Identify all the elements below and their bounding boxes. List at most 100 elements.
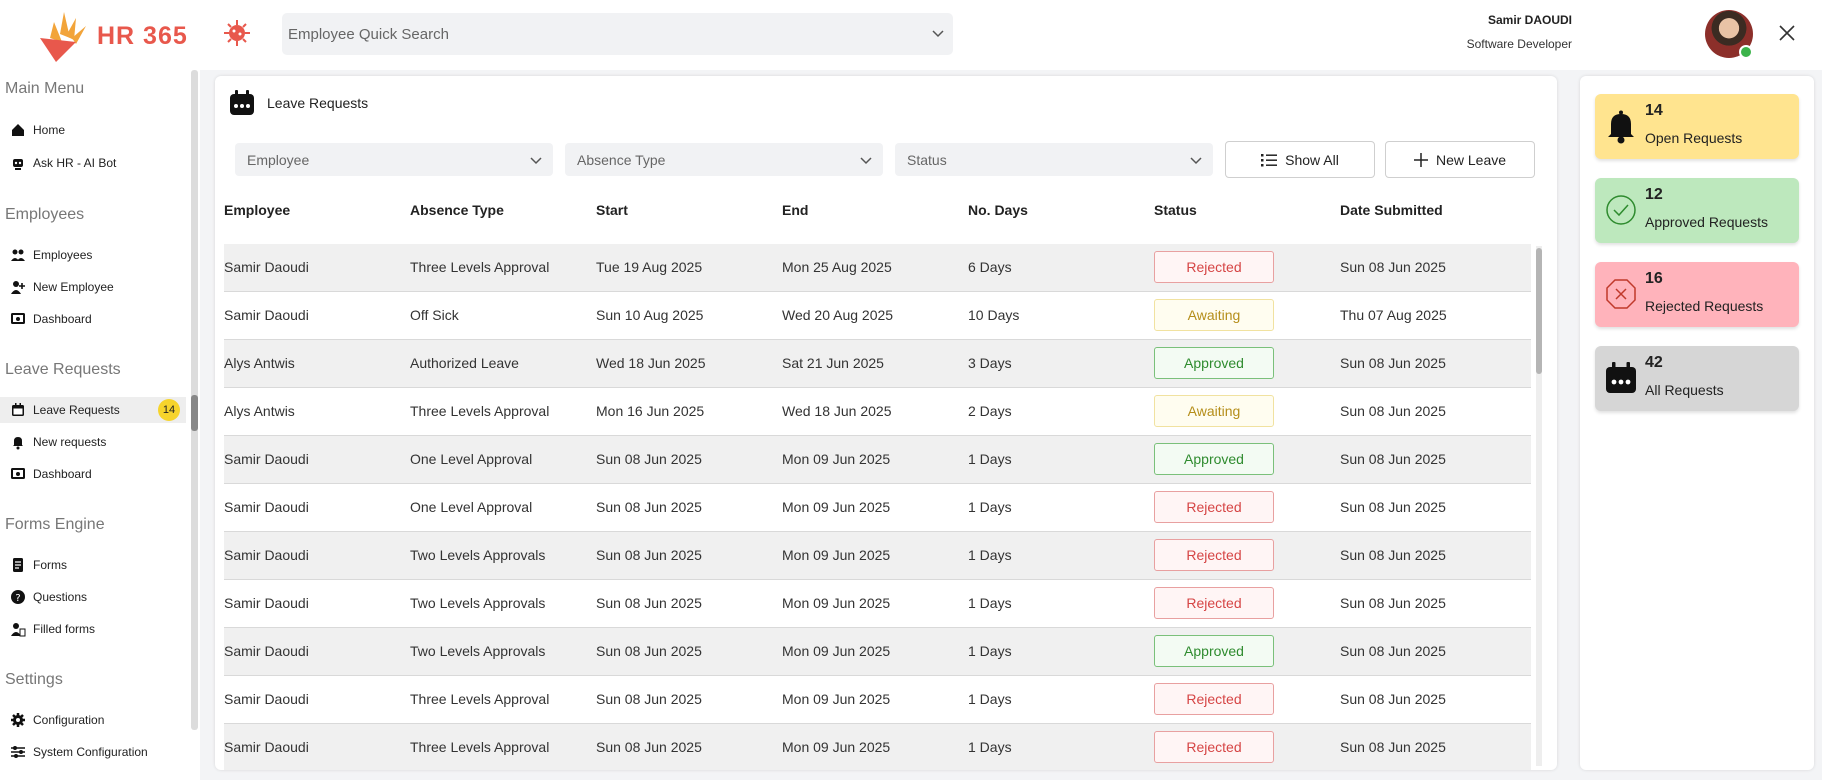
sidebar-item-label: Employees bbox=[33, 248, 93, 262]
table-cell: Mon 16 Jun 2025 bbox=[596, 403, 705, 419]
chevron-down-icon[interactable] bbox=[931, 26, 945, 40]
table-cell: Samir Daoudi bbox=[224, 451, 309, 467]
table-row[interactable]: Alys Antwis Three Levels Approval Mon 16 J… bbox=[224, 388, 1531, 436]
rejected-requests-card[interactable]: 16 Rejected Requests bbox=[1595, 262, 1799, 327]
sidebar-item-new-employee[interactable]: New Employee bbox=[0, 274, 186, 300]
status-filter[interactable]: Status bbox=[895, 143, 1213, 176]
dashboard-icon bbox=[11, 468, 25, 479]
table-row[interactable]: Samir Daoudi Off Sick Sun 10 Aug 2025 Wed 2… bbox=[224, 292, 1531, 340]
close-icon[interactable] bbox=[1776, 22, 1798, 44]
sidebar-item-questions[interactable]: ? Questions bbox=[0, 584, 186, 610]
sidebar-item-employees[interactable]: Employees bbox=[0, 242, 186, 268]
column-header[interactable]: Absence Type bbox=[410, 202, 504, 218]
table-row[interactable]: Samir Daoudi Two Levels Approvals Sun 08 J… bbox=[224, 628, 1531, 676]
table-cell: Sun 08 Jun 2025 bbox=[596, 451, 702, 467]
absence-type-filter-label: Absence Type bbox=[577, 152, 666, 168]
table-row[interactable]: Samir Daoudi Three Levels Approval Sun 08 … bbox=[224, 724, 1531, 770]
status-badge: Rejected bbox=[1154, 587, 1274, 619]
sidebar-item-new-requests[interactable]: New requests bbox=[0, 429, 186, 455]
dashboard-icon bbox=[11, 313, 25, 324]
table-cell: Authorized Leave bbox=[410, 355, 519, 371]
table-row[interactable]: Samir Daoudi Three Levels Approval Sun 08 … bbox=[224, 676, 1531, 724]
table-row[interactable]: Samir Daoudi Two Levels Approvals Sun 08 J… bbox=[224, 580, 1531, 628]
table-cell: Wed 20 Aug 2025 bbox=[782, 307, 894, 323]
logo-text: HR 365 bbox=[97, 22, 188, 50]
table-cell: Sat 21 Jun 2025 bbox=[782, 355, 884, 371]
sidebar-item-forms[interactable]: Forms bbox=[0, 552, 186, 578]
check-circle-icon bbox=[1606, 195, 1636, 225]
sidebar-section-main-menu: Main Menu bbox=[5, 80, 85, 97]
sidebar-item-label: Dashboard bbox=[33, 467, 92, 481]
open-requests-card[interactable]: 14 Open Requests bbox=[1595, 94, 1799, 159]
sidebar-item-label: Dashboard bbox=[33, 312, 92, 326]
sidebar-item-configuration[interactable]: Configuration bbox=[0, 707, 186, 733]
table-cell: Sun 08 Jun 2025 bbox=[1340, 691, 1446, 707]
table-cell: Off Sick bbox=[410, 307, 459, 323]
sidebar-item-home[interactable]: Home bbox=[0, 117, 186, 143]
sidebar-scrollbar-thumb[interactable] bbox=[191, 395, 198, 431]
table-cell: Two Levels Approvals bbox=[410, 547, 546, 563]
leave-requests-count-badge: 14 bbox=[158, 399, 180, 421]
status-badge: Rejected bbox=[1154, 683, 1274, 715]
sidebar-item-label: Home bbox=[33, 123, 66, 137]
table-cell: Sun 08 Jun 2025 bbox=[596, 595, 702, 611]
table-cell: 2 Days bbox=[968, 403, 1012, 419]
table-cell: Sun 08 Jun 2025 bbox=[596, 691, 702, 707]
approved-requests-label: Approved Requests bbox=[1645, 214, 1768, 230]
all-requests-label: All Requests bbox=[1645, 382, 1724, 398]
new-leave-button[interactable]: New Leave bbox=[1385, 141, 1535, 178]
table-row[interactable]: Samir Daoudi Two Levels Approvals Sun 08 J… bbox=[224, 532, 1531, 580]
calendar-icon bbox=[230, 90, 254, 115]
virus-icon[interactable] bbox=[222, 18, 252, 48]
sidebar-item-system-configuration[interactable]: System Configuration bbox=[0, 739, 186, 765]
column-header[interactable]: Employee bbox=[224, 202, 290, 218]
sidebar-item-filled-forms[interactable]: Filled forms bbox=[0, 616, 186, 642]
table-scrollbar-thumb[interactable] bbox=[1536, 248, 1542, 374]
table-cell: Alys Antwis bbox=[224, 403, 295, 419]
column-header[interactable]: No. Days bbox=[968, 202, 1028, 218]
table-cell: Sun 08 Jun 2025 bbox=[596, 643, 702, 659]
table-cell: Samir Daoudi bbox=[224, 595, 309, 611]
table-cell: 1 Days bbox=[968, 595, 1012, 611]
sidebar-item-label: System Configuration bbox=[33, 745, 148, 759]
all-requests-card[interactable]: 42 All Requests bbox=[1595, 346, 1799, 411]
table-cell: Wed 18 Jun 2025 bbox=[596, 355, 706, 371]
table-cell: Mon 09 Jun 2025 bbox=[782, 547, 891, 563]
employee-quick-search[interactable] bbox=[282, 13, 953, 55]
show-all-button[interactable]: Show All bbox=[1225, 141, 1375, 178]
table-row[interactable]: Samir Daoudi Three Levels Approval Tue 19 … bbox=[224, 244, 1531, 292]
sidebar-item-ask-hr[interactable]: Ask HR - AI Bot bbox=[0, 150, 186, 176]
calendar-icon bbox=[1606, 362, 1636, 393]
column-header[interactable]: Date Submitted bbox=[1340, 202, 1443, 218]
calendar-icon bbox=[12, 403, 24, 416]
search-input[interactable] bbox=[282, 13, 882, 55]
approved-requests-card[interactable]: 12 Approved Requests bbox=[1595, 178, 1799, 243]
column-header[interactable]: Start bbox=[596, 202, 628, 218]
table-row[interactable]: Samir Daoudi One Level Approval Sun 08 Jun… bbox=[224, 484, 1531, 532]
sidebar-item-leave-requests[interactable]: Leave Requests 14 bbox=[0, 397, 186, 423]
table-cell: Three Levels Approval bbox=[410, 259, 550, 275]
user-name: Samir DAOUDI bbox=[1487, 13, 1572, 27]
rejected-requests-label: Rejected Requests bbox=[1645, 298, 1764, 314]
table-cell: Three Levels Approval bbox=[410, 691, 550, 707]
sidebar-item-label: Forms bbox=[33, 558, 67, 572]
sidebar-item-label: Filled forms bbox=[33, 622, 96, 636]
column-header[interactable]: End bbox=[782, 202, 808, 218]
column-header[interactable]: Status bbox=[1154, 202, 1197, 218]
new-leave-label: New Leave bbox=[1435, 151, 1507, 168]
table-cell: Sun 08 Jun 2025 bbox=[596, 499, 702, 515]
table-cell: Sun 08 Jun 2025 bbox=[1340, 259, 1446, 275]
employee-filter[interactable]: Employee bbox=[235, 143, 553, 176]
sidebar-item-employees-dashboard[interactable]: Dashboard bbox=[0, 306, 186, 332]
table-row[interactable]: Samir Daoudi One Level Approval Sun 08 Jun… bbox=[224, 436, 1531, 484]
absence-type-filter[interactable]: Absence Type bbox=[565, 143, 883, 176]
open-requests-count: 14 bbox=[1645, 102, 1663, 119]
table-cell: Sun 08 Jun 2025 bbox=[1340, 499, 1446, 515]
show-all-label: Show All bbox=[1285, 151, 1339, 168]
table-cell: Sun 08 Jun 2025 bbox=[1340, 355, 1446, 371]
table-cell: 1 Days bbox=[968, 739, 1012, 755]
sidebar-item-leave-dashboard[interactable]: Dashboard bbox=[0, 461, 186, 487]
table-cell: Sun 08 Jun 2025 bbox=[1340, 451, 1446, 467]
table-cell: 1 Days bbox=[968, 691, 1012, 707]
table-row[interactable]: Alys Antwis Authorized Leave Wed 18 Jun 20… bbox=[224, 340, 1531, 388]
